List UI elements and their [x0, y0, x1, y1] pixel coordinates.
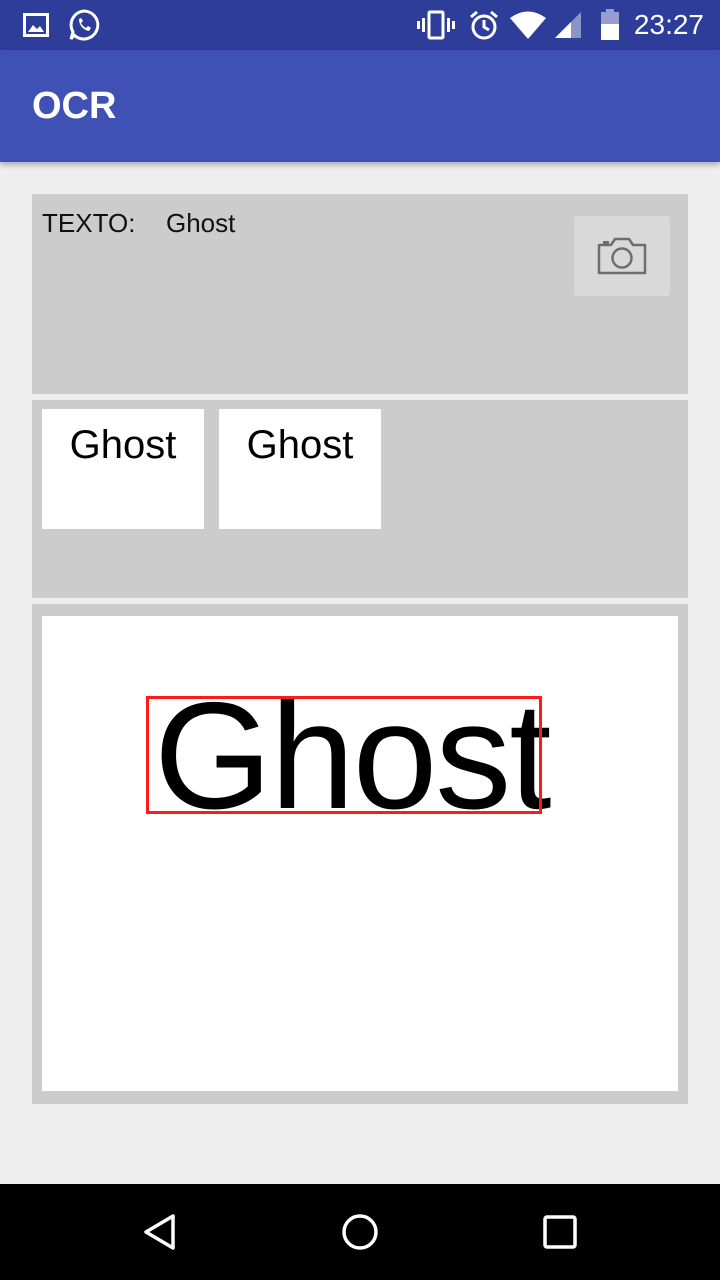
camera-button[interactable]: [574, 216, 670, 296]
thumbnail-text: Ghost: [69, 423, 177, 467]
recognized-text: Ghost: [166, 208, 236, 238]
wifi-icon: [508, 0, 548, 50]
thumbnails-panel: Ghost Ghost: [32, 400, 688, 598]
camera-icon: [597, 237, 647, 275]
recents-button[interactable]: [512, 1184, 608, 1280]
navigation-bar: [0, 1184, 720, 1280]
image-view-panel: Ghost: [32, 604, 688, 1104]
status-bar: 23:27: [0, 0, 720, 50]
detection-box: [146, 696, 542, 814]
recents-icon: [542, 1214, 578, 1250]
vibrate-icon: [416, 0, 456, 50]
thumbnail-2[interactable]: Ghost: [219, 409, 381, 529]
image-icon: [22, 0, 50, 50]
app-bar: OCR: [0, 50, 720, 162]
status-time: 23:27: [633, 9, 704, 40]
home-icon: [340, 1212, 380, 1252]
thumbnail-1[interactable]: Ghost: [42, 409, 204, 529]
signal-icon: [552, 0, 584, 50]
back-icon: [140, 1212, 180, 1252]
thumbnail-text: Ghost: [246, 423, 354, 467]
alarm-icon: [466, 0, 502, 50]
back-button[interactable]: [112, 1184, 208, 1280]
battery-icon: [598, 0, 622, 50]
text-label: TEXTO:: [42, 208, 136, 238]
home-button[interactable]: [312, 1184, 408, 1280]
captured-image: Ghost: [42, 616, 678, 1091]
whatsapp-icon: [66, 0, 102, 50]
app-title: OCR: [32, 85, 117, 127]
text-result-panel: TEXTO: Ghost: [32, 194, 688, 394]
